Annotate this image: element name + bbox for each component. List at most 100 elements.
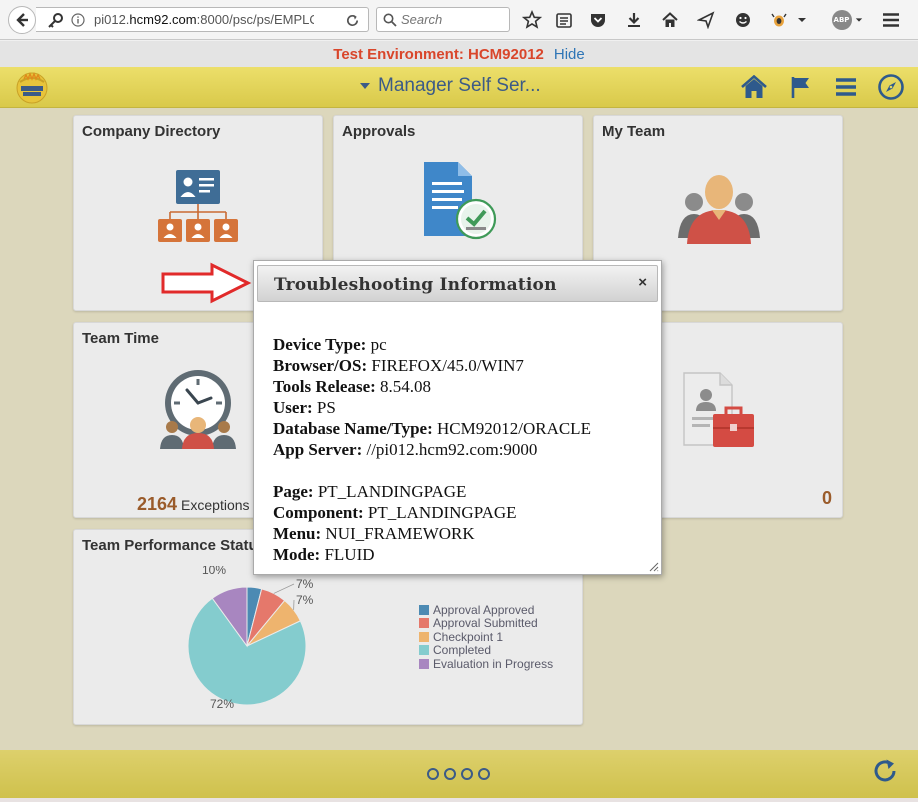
- tile-title: Team Time: [82, 330, 159, 347]
- info-label: App Server:: [273, 440, 363, 459]
- star-icon[interactable]: [521, 9, 543, 31]
- search-icon: [383, 13, 397, 27]
- resize-grip-icon[interactable]: [647, 560, 659, 572]
- refresh-icon[interactable]: [872, 758, 900, 786]
- bug-icon[interactable]: [768, 9, 790, 31]
- navbar-menu-icon[interactable]: [831, 73, 861, 101]
- pie-data-label: 7%: [296, 577, 314, 591]
- search-field[interactable]: [376, 7, 510, 32]
- arrow-annotation-icon: [161, 262, 252, 304]
- org-chart-icon: [158, 170, 238, 242]
- pie-data-label: 7%: [296, 593, 314, 607]
- count-value: 0: [821, 488, 832, 508]
- hide-link[interactable]: Hide: [554, 46, 585, 63]
- legend-label: Approval Submitted: [433, 616, 538, 631]
- info-value: FIREFOX/45.0/WIN7: [367, 356, 524, 375]
- pocket-icon[interactable]: [587, 9, 609, 31]
- window-edge: [0, 798, 918, 802]
- url-text: pi012.hcm92.com:8000/psc/ps/EMPLOY: [94, 12, 314, 27]
- tile-title: My Team: [602, 123, 666, 140]
- info-label: Menu:: [273, 524, 322, 543]
- legend-label: Completed: [433, 643, 492, 658]
- info-row: Tools Release: 8.54.08: [273, 376, 591, 397]
- compass-icon[interactable]: [876, 73, 906, 101]
- page-dot[interactable]: [461, 768, 473, 780]
- info-value: 8.54.08: [375, 377, 432, 396]
- reader-icon[interactable]: [553, 9, 575, 31]
- download-icon[interactable]: [623, 9, 645, 31]
- legend-label: Checkpoint 1: [433, 629, 504, 644]
- url-bar[interactable]: pi012.hcm92.com:8000/psc/ps/EMPLOY: [36, 7, 369, 32]
- adblock-icon[interactable]: ABP: [830, 9, 864, 31]
- info-label: Database Name/Type:: [273, 419, 433, 438]
- legend-swatch: [419, 645, 429, 656]
- fluid-header: Manager Self Ser...: [0, 67, 918, 108]
- team-icon: [678, 175, 760, 244]
- info-label: Tools Release:: [273, 377, 376, 396]
- flag-icon[interactable]: [786, 73, 816, 101]
- legend-item[interactable]: Completed: [419, 643, 553, 658]
- info-value: NUI_FRAMEWORK: [321, 524, 475, 543]
- info-row: App Server: //pi012.hcm92.com:9000: [273, 439, 591, 460]
- page-dot[interactable]: [478, 768, 490, 780]
- browser-toolbar: pi012.hcm92.com:8000/psc/ps/EMPLOY ABP: [0, 0, 918, 40]
- info-row: Mode: FLUID: [273, 544, 591, 565]
- info-value: pc: [366, 335, 387, 354]
- count-label: Exceptions: [181, 497, 250, 513]
- count-value: 2164: [137, 494, 178, 514]
- smiley-icon[interactable]: [732, 9, 754, 31]
- exceptions-count[interactable]: 2164 Exceptions: [137, 494, 250, 515]
- info-value: PT_LANDINGPAGE: [363, 503, 517, 522]
- menu-icon[interactable]: [880, 9, 902, 31]
- info-icon[interactable]: [71, 13, 85, 27]
- search-input[interactable]: [401, 12, 501, 27]
- page-indicator: [427, 768, 490, 780]
- reload-icon[interactable]: [345, 13, 360, 28]
- info-label: Device Type:: [273, 335, 367, 354]
- info-row: Device Type: pc: [273, 334, 591, 355]
- chevron-down-icon: [360, 83, 370, 89]
- dialog-header[interactable]: Troubleshooting Information ×: [257, 265, 658, 302]
- info-label: Component:: [273, 503, 364, 522]
- info-row: User: PS: [273, 397, 591, 418]
- info-row: Page: PT_LANDINGPAGE: [273, 481, 591, 502]
- home-icon[interactable]: [739, 73, 769, 101]
- info-row: Menu: NUI_FRAMEWORK: [273, 523, 591, 544]
- home-icon[interactable]: [659, 9, 681, 31]
- legend-swatch: [419, 604, 429, 615]
- info-label: Mode:: [273, 545, 321, 564]
- chevron-down-icon[interactable]: [795, 9, 809, 31]
- page-dot[interactable]: [444, 768, 456, 780]
- legend-item[interactable]: Approval Approved: [419, 603, 553, 617]
- pie-data-label: 10%: [202, 566, 226, 577]
- info-label: Page:: [273, 482, 314, 501]
- tile-title: Team Performance Statu: [82, 537, 258, 554]
- page-title[interactable]: Manager Self Ser...: [360, 75, 541, 97]
- info-label: User:: [273, 398, 313, 417]
- legend-item[interactable]: Approval Submitted: [419, 616, 553, 631]
- job-briefcase-icon: [683, 372, 754, 447]
- close-icon[interactable]: ×: [638, 274, 647, 291]
- back-icon[interactable]: [8, 6, 36, 34]
- legend-item[interactable]: Evaluation in Progress: [419, 657, 553, 671]
- info-value: FLUID: [320, 545, 375, 564]
- page-dot[interactable]: [427, 768, 439, 780]
- key-icon[interactable]: [46, 12, 64, 30]
- tile-title: Company Directory: [82, 123, 221, 140]
- clock-icon: [160, 370, 236, 449]
- send-icon[interactable]: [695, 9, 717, 31]
- legend-item[interactable]: Checkpoint 1: [419, 630, 553, 644]
- info-value: PT_LANDINGPAGE: [313, 482, 467, 501]
- info-label: Browser/OS:: [273, 356, 368, 375]
- troubleshooting-dialog: Troubleshooting Information × Device Typ…: [253, 260, 662, 575]
- info-value: HCM92012/ORACLE: [432, 419, 591, 438]
- legend-swatch: [419, 631, 429, 642]
- document-check-icon: [424, 162, 497, 240]
- company-logo: [16, 72, 48, 104]
- info-row: Database Name/Type: HCM92012/ORACLE: [273, 418, 591, 439]
- info-value: PS: [312, 398, 336, 417]
- chart-legend: Approval Approved Approval Submitted Check…: [419, 603, 553, 671]
- environment-label: Test Environment: HCM92012: [333, 45, 544, 63]
- dialog-body: Device Type: pc Browser/OS: FIREFOX/45.0/…: [273, 334, 591, 565]
- info-row: Component: PT_LANDINGPAGE: [273, 502, 591, 523]
